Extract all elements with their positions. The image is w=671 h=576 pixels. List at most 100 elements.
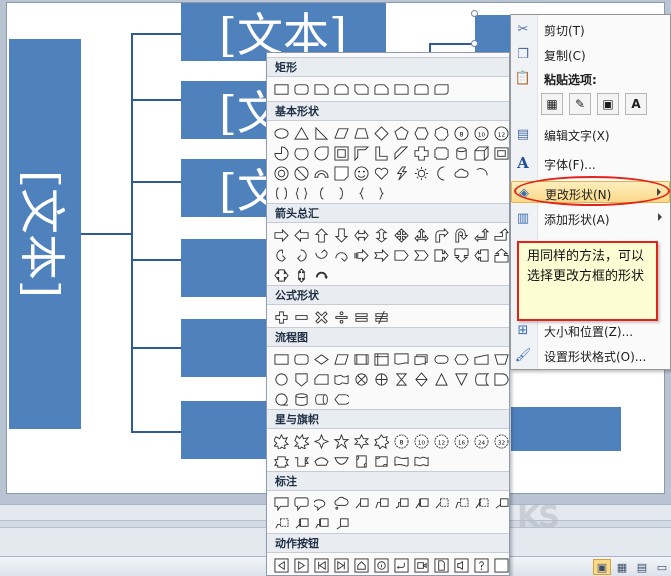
flowchart-manual-operation-shape-icon[interactable]: [492, 350, 509, 369]
line-callout-border-1-shape-icon[interactable]: [472, 494, 491, 513]
flowchart-predefined-process-shape-icon[interactable]: [352, 350, 371, 369]
right-arrow-callout-shape-icon[interactable]: [432, 246, 451, 265]
flowchart-manual-input-shape-icon[interactable]: [472, 350, 491, 369]
striped-right-arrow-shape-icon[interactable]: [352, 246, 371, 265]
child-shape-4[interactable]: [181, 239, 273, 297]
line-callout-accent-3-shape-icon[interactable]: [452, 494, 471, 513]
decagon-shape-icon[interactable]: 10: [472, 124, 491, 143]
flowchart-sequential-access-storage-shape-icon[interactable]: [272, 390, 291, 409]
oval-shape-icon[interactable]: [272, 124, 291, 143]
4-point-star-shape-icon[interactable]: [312, 432, 331, 451]
left-arrow-callout-shape-icon[interactable]: [472, 246, 491, 265]
flowchart-summing-junction-shape-icon[interactable]: [352, 370, 371, 389]
up-ribbon-shape-icon[interactable]: [272, 452, 291, 471]
pentagon-shape-icon[interactable]: [392, 124, 411, 143]
left-arrow-shape-icon[interactable]: [292, 226, 311, 245]
left-bracket-shape-icon[interactable]: [312, 184, 331, 203]
menu-item-size-position[interactable]: ⊞ 大小和位置(Z)...: [511, 319, 670, 341]
arc-shape-icon[interactable]: [472, 164, 491, 183]
horizontal-scroll-shape-icon[interactable]: [372, 452, 391, 471]
7-point-star-shape-icon[interactable]: [372, 432, 391, 451]
rounded-rectangular-callout-shape-icon[interactable]: [292, 494, 311, 513]
chord-shape-icon[interactable]: [292, 144, 311, 163]
flowchart-multidocument-shape-icon[interactable]: [412, 350, 431, 369]
flowchart-internal-storage-shape-icon[interactable]: [372, 350, 391, 369]
round-corner-rectangle-shape-icon[interactable]: [392, 80, 411, 99]
heart-shape-icon[interactable]: [372, 164, 391, 183]
cloud-shape-icon[interactable]: [452, 164, 471, 183]
vertical-scroll-shape-icon[interactable]: [352, 452, 371, 471]
notched-right-arrow-shape-icon[interactable]: [372, 246, 391, 265]
rectangle-shape-icon[interactable]: [272, 80, 291, 99]
flowchart-sort-shape-icon[interactable]: [412, 370, 431, 389]
moon-shape-icon[interactable]: [432, 164, 451, 183]
cube-shape-icon[interactable]: [472, 144, 491, 163]
diamond-shape-icon[interactable]: [372, 124, 391, 143]
action-sound-icon[interactable]: [452, 556, 471, 575]
flowchart-terminator-shape-icon[interactable]: [432, 350, 451, 369]
flowchart-document-shape-icon[interactable]: [392, 350, 411, 369]
plus-shape-icon[interactable]: [272, 308, 291, 327]
selection-handle[interactable]: [471, 40, 478, 47]
24-point-star-shape-icon[interactable]: 24: [472, 432, 491, 451]
hexagon-shape-icon[interactable]: [412, 124, 431, 143]
quad-arrow-callout-shape-icon[interactable]: [292, 266, 311, 285]
menu-item-font[interactable]: A 字体(F)...: [511, 152, 670, 174]
line-callout-2-shape-icon[interactable]: [372, 494, 391, 513]
equal-shape-icon[interactable]: [352, 308, 371, 327]
bent-arrow-shape-icon[interactable]: [432, 226, 451, 245]
flowchart-extract-shape-icon[interactable]: [432, 370, 451, 389]
curved-right-arrow-shape-icon[interactable]: [272, 246, 291, 265]
curved-left-arrow-shape-icon[interactable]: [292, 246, 311, 265]
triangle-shape-icon[interactable]: [292, 124, 311, 143]
root-shape[interactable]: [文本]: [9, 39, 81, 429]
menu-item-edit-text[interactable]: ▤ 编辑文字(X): [511, 123, 670, 145]
paste-keep-source-formatting-icon[interactable]: ✎: [569, 93, 591, 115]
left-brace-shape-icon[interactable]: [352, 184, 371, 203]
flowchart-preparation-shape-icon[interactable]: [452, 350, 471, 369]
quad-arrow-shape-icon[interactable]: [392, 226, 411, 245]
sun-shape-icon[interactable]: [412, 164, 431, 183]
flowchart-or-shape-icon[interactable]: [372, 370, 391, 389]
flowchart-merge-shape-icon[interactable]: [452, 370, 471, 389]
u-turn-arrow-shape-icon[interactable]: [452, 226, 471, 245]
flowchart-offpage-connector-shape-icon[interactable]: [292, 370, 311, 389]
accent-border-callout-2-shape-icon[interactable]: [312, 514, 331, 533]
parallelogram-shape-icon[interactable]: [332, 124, 351, 143]
flowchart-connector-shape-icon[interactable]: [272, 370, 291, 389]
cross-shape-icon[interactable]: [412, 144, 431, 163]
paste-use-destination-theme-icon[interactable]: ▦: [541, 93, 563, 115]
circular-arrow-shape-icon[interactable]: [312, 266, 331, 285]
can-shape-icon[interactable]: [452, 144, 471, 163]
line-callout-1-shape-icon[interactable]: [352, 494, 371, 513]
trapezoid-shape-icon[interactable]: [352, 124, 371, 143]
plaque-shape-icon[interactable]: [432, 144, 451, 163]
chevron-shape-icon[interactable]: [412, 246, 431, 265]
round-same-side-rectangle-shape-icon[interactable]: [412, 80, 431, 99]
frame-shape-icon[interactable]: [332, 144, 351, 163]
double-brace-shape-icon[interactable]: [292, 184, 311, 203]
line-callout-border-2-shape-icon[interactable]: [492, 494, 509, 513]
child-shape-5[interactable]: [181, 319, 273, 377]
flowchart-alternate-process-shape-icon[interactable]: [292, 350, 311, 369]
action-information-icon[interactable]: [372, 556, 391, 575]
paste-text-only-icon[interactable]: A: [625, 93, 647, 115]
left-right-arrow-callout-shape-icon[interactable]: [272, 266, 291, 285]
flowchart-magnetic-disk-shape-icon[interactable]: [292, 390, 311, 409]
sibling-shape[interactable]: [511, 407, 621, 451]
flowchart-decision-shape-icon[interactable]: [312, 350, 331, 369]
normal-view-icon[interactable]: ▣: [593, 559, 611, 575]
flowchart-stored-data-shape-icon[interactable]: [472, 370, 491, 389]
down-ribbon-shape-icon[interactable]: [292, 452, 311, 471]
l-shape-icon[interactable]: [372, 144, 391, 163]
curved-up-ribbon-shape-icon[interactable]: [312, 452, 331, 471]
left-right-arrow-shape-icon[interactable]: [352, 226, 371, 245]
child-shape-2[interactable]: [文: [181, 81, 283, 140]
down-arrow-callout-shape-icon[interactable]: [452, 246, 471, 265]
curved-down-arrow-shape-icon[interactable]: [332, 246, 351, 265]
right-brace-shape-icon[interactable]: [372, 184, 391, 203]
heptagon-shape-icon[interactable]: [432, 124, 451, 143]
snip-round-rectangle-shape-icon[interactable]: [372, 80, 391, 99]
action-movie-icon[interactable]: [412, 556, 431, 575]
division-shape-icon[interactable]: [332, 308, 351, 327]
